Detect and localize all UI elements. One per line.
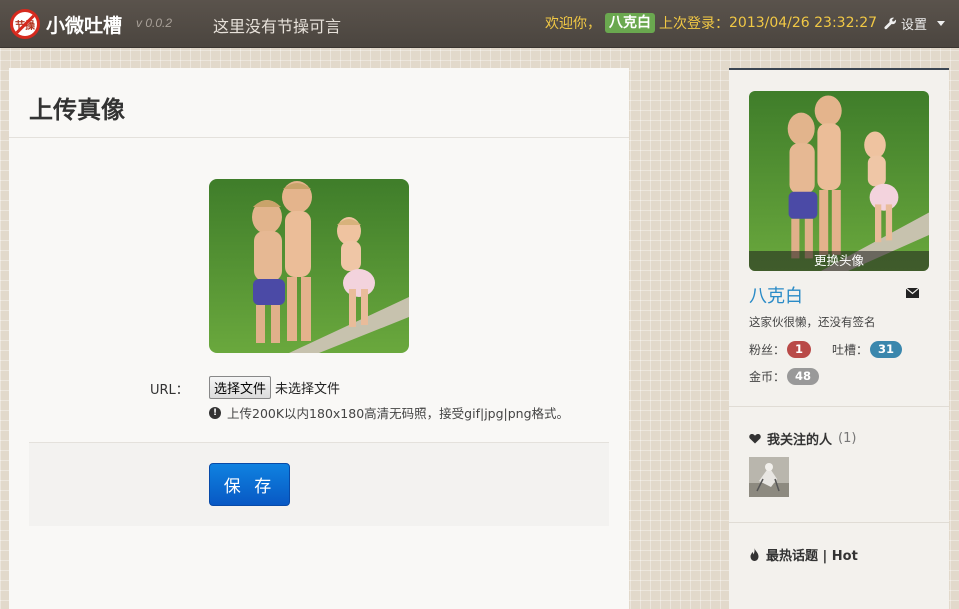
sidebar-divider (729, 522, 949, 523)
panel-header: 上传真像 (9, 68, 629, 138)
user-sidebar: 更换头像 八克白 这家伙很懒，还没有签名 粉丝： 1 吐槽： 31 金币： 48… (729, 68, 949, 609)
fans-label: 粉丝： (749, 343, 786, 357)
exclamation-circle-icon: ! (209, 406, 221, 419)
fire-icon (750, 548, 759, 561)
top-navbar: 节操 小微吐槽 v 0.0.2 这里没有节操可言 欢迎你， 八克白 上次登录： … (0, 0, 959, 48)
avatar-preview-image (209, 179, 409, 353)
last-login-label: 上次登录： (659, 16, 729, 32)
coins-stat: 金币： 48 (749, 368, 820, 385)
following-count: (1) (838, 431, 857, 446)
logo-icon[interactable]: 节操 (10, 9, 40, 39)
save-button[interactable]: 保 存 (209, 463, 290, 506)
upload-help: ! 上传200K以内180x180高清无码照，接受gif|jpg|png格式。 (209, 403, 569, 422)
page-title: 上传真像 (29, 96, 125, 124)
coins-count-badge: 48 (787, 368, 820, 385)
upload-help-text: 上传200K以内180x180高清无码照，接受gif|jpg|png格式。 (227, 406, 570, 421)
tucao-label: 吐槽： (832, 343, 869, 357)
user-signature: 这家伙很懒，还没有签名 (749, 315, 876, 329)
file-status: 未选择文件 (275, 382, 341, 397)
file-input[interactable]: 选择文件 未选择文件 (209, 376, 340, 399)
change-avatar-link[interactable]: 更换头像 (749, 251, 929, 271)
welcome-prefix: 欢迎你， (545, 16, 601, 32)
fans-stat[interactable]: 粉丝： 1 (749, 341, 812, 358)
version-label: v 0.0.2 (136, 16, 173, 30)
tucao-count-badge: 31 (870, 341, 903, 358)
hot-topics-label: 最热话题 | Hot (766, 549, 858, 564)
sidebar-avatar[interactable]: 更换头像 (749, 91, 929, 271)
following-title: 我关注的人 (767, 433, 833, 448)
coins-label: 金币： (749, 370, 786, 384)
sidebar-username[interactable]: 八克白 (749, 282, 803, 308)
user-name-badge[interactable]: 八克白 (605, 13, 655, 33)
welcome-message: 欢迎你， 八克白 上次登录： 2013/04/26 23:32:27 (545, 13, 877, 33)
brand-name[interactable]: 小微吐槽 (46, 11, 122, 38)
wrench-icon (884, 17, 897, 30)
last-login-time: 2013/04/26 23:32:27 (729, 15, 878, 31)
site-slogan: 这里没有节操可言 (213, 17, 342, 36)
form-actions: 保 存 (29, 442, 609, 526)
following-section-title[interactable]: 我关注的人 (1) (749, 429, 856, 448)
heart-icon (749, 434, 761, 444)
hot-topics-title[interactable]: 最热话题 | Hot (749, 545, 858, 564)
followed-user-avatar[interactable] (749, 457, 789, 497)
logo-text: 节操 (15, 20, 35, 32)
url-label: URL： (150, 383, 189, 398)
settings-menu[interactable]: 设置 (884, 14, 946, 33)
envelope-icon[interactable] (906, 288, 919, 298)
tucao-stat[interactable]: 吐槽： 31 (832, 341, 903, 358)
sidebar-divider (729, 406, 949, 407)
fans-count-badge: 1 (787, 341, 812, 358)
settings-label: 设置 (901, 18, 928, 33)
upload-avatar-panel: 上传真像 URL： 选择文件 未选择文件 ! 上传200K以内180x180高清… (9, 68, 629, 609)
caret-down-icon (937, 21, 946, 26)
choose-file-button[interactable]: 选择文件 (209, 376, 272, 399)
